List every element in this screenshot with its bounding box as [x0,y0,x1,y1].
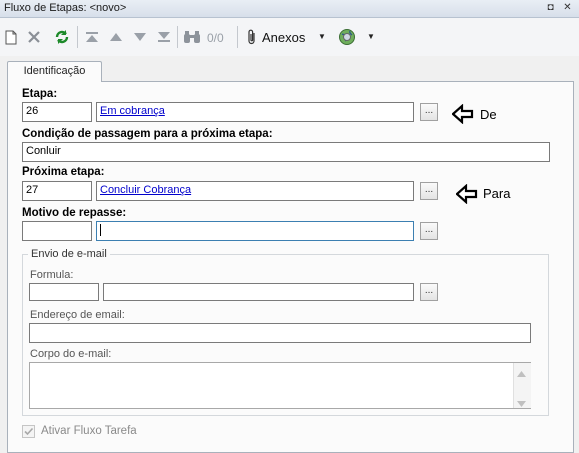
toolbar-separator [237,26,238,48]
window-title: Fluxo de Etapas: <novo> [4,2,127,14]
ativar-fluxo-checkbox[interactable] [22,425,35,438]
last-record-icon[interactable] [155,26,173,48]
refresh-icon[interactable] [52,26,72,48]
motivo-description-input[interactable] [96,221,414,241]
checkmark-icon [24,427,34,436]
motivo-lookup-button[interactable]: ... [420,222,438,240]
etapa-lookup-button[interactable]: ... [420,103,438,121]
next-record-icon[interactable] [131,26,149,48]
motivo-label: Motivo de repasse: [22,207,127,219]
record-counter: 0/0 [207,31,224,45]
proxima-etapa-code-input[interactable]: 27 [22,181,92,201]
corpo-label: Corpo do e-mail: [30,348,112,360]
endereco-label: Endereço de email: [30,309,125,321]
paperclip-icon[interactable] [243,26,261,48]
left-arrow-icon [455,183,478,207]
formula-code-input[interactable] [29,283,99,301]
formula-lookup-button[interactable]: ... [420,283,438,301]
formula-description-input[interactable] [103,283,414,301]
binoculars-search-icon[interactable] [182,26,202,48]
proxima-etapa-label: Próxima etapa: [22,166,105,178]
web-dropdown-icon[interactable]: ▼ [367,32,375,41]
delete-icon[interactable] [25,26,43,48]
formula-label: Formula: [30,269,74,281]
corpo-email-textarea[interactable] [29,362,531,409]
text-cursor [100,224,101,237]
etapa-label: Etapa: [22,88,58,100]
web-globe-icon[interactable] [337,26,357,48]
scroll-down-icon[interactable] [517,398,526,410]
first-record-icon[interactable] [83,26,101,48]
close-window-icon[interactable]: ✕ [561,1,574,14]
email-group-legend: Envio de e-mail [28,248,110,260]
scroll-up-icon[interactable] [517,368,526,380]
annotation-de: De [480,107,497,122]
annotation-para: Para [483,186,511,201]
condicao-input[interactable]: Conluir [22,142,550,162]
toolbar-separator [177,26,178,48]
etapa-description-input[interactable]: Em cobrança [96,102,414,122]
tab-identificacao[interactable]: Identificação [7,61,102,82]
proxima-etapa-lookup-button[interactable]: ... [420,182,438,200]
anexos-button[interactable]: Anexos [262,30,305,45]
proxima-etapa-description-input[interactable]: Concluir Cobrança [96,181,414,201]
motivo-code-input[interactable] [22,221,92,241]
toolbar-separator [77,26,78,48]
ativar-fluxo-label: Ativar Fluxo Tarefa [41,425,137,437]
left-arrow-icon [451,103,474,127]
condicao-label: Condição de passagem para a próxima etap… [22,128,273,140]
new-document-icon[interactable] [3,26,19,48]
anexos-dropdown-icon[interactable]: ▼ [318,32,326,41]
pin-icon[interactable]: ◘ [544,1,557,14]
proxima-etapa-description-link[interactable]: Concluir Cobrança [100,184,191,196]
previous-record-icon[interactable] [107,26,125,48]
etapa-code-input[interactable]: 26 [22,102,92,122]
endereco-email-input[interactable] [29,323,531,343]
etapa-description-link[interactable]: Em cobrança [100,105,165,117]
